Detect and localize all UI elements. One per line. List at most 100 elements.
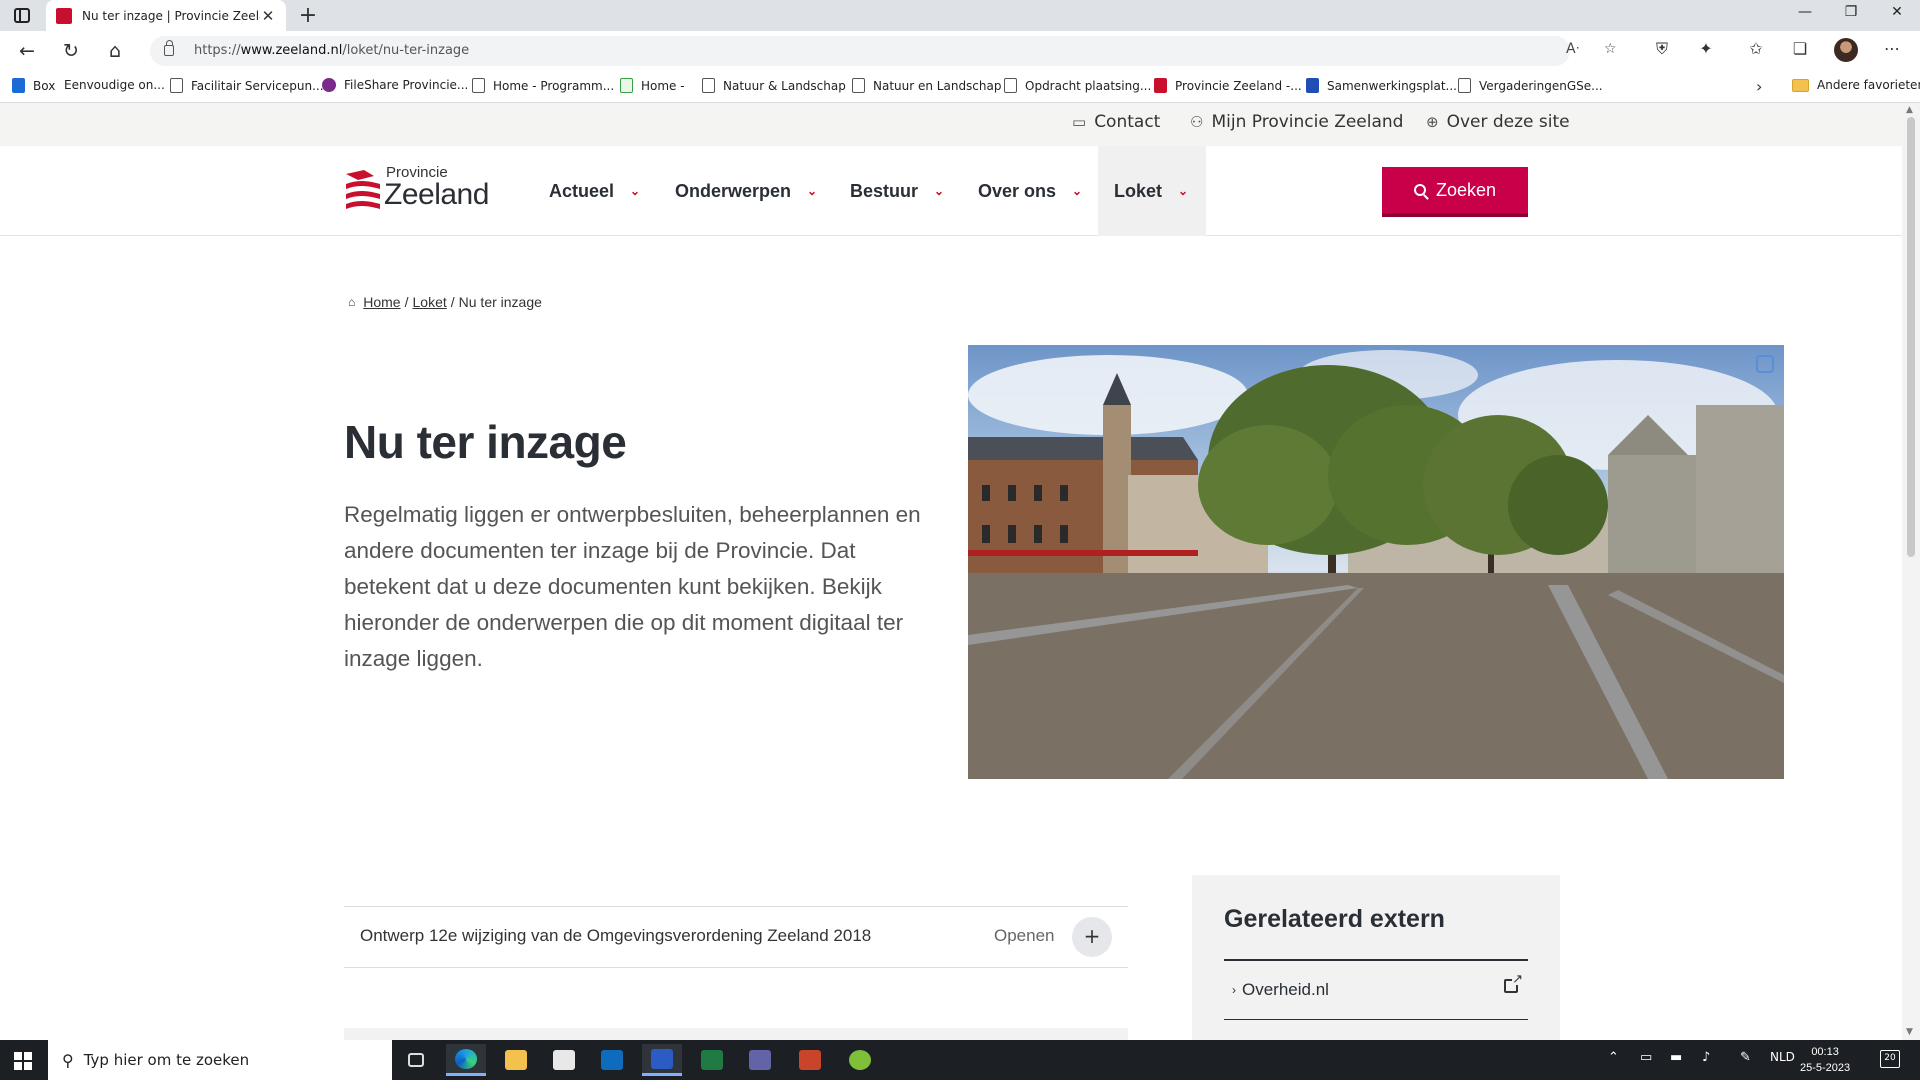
file-explorer-icon[interactable]: [496, 1044, 536, 1076]
search-icon: [1413, 184, 1426, 196]
menu-over-ons[interactable]: Over ons ⌄: [962, 146, 1098, 236]
restore-icon[interactable]: ❐: [1836, 4, 1866, 20]
menu-bestuur[interactable]: Bestuur ⌄: [834, 146, 960, 236]
taskbar-clock[interactable]: 00:13 25-5-2023: [1800, 1044, 1850, 1076]
network-icon[interactable]: ▭: [1640, 1050, 1652, 1065]
qgis-icon[interactable]: [840, 1044, 880, 1076]
extensions-icon[interactable]: ✦: [1694, 39, 1718, 58]
mijn-provincie-link[interactable]: ⚇ Mijn Provincie Zeeland: [1190, 112, 1403, 132]
bookmark-box[interactable]: Box: [12, 78, 55, 93]
bookmark-fileshare[interactable]: FileShare Provincie...: [322, 78, 468, 92]
word-icon[interactable]: [642, 1044, 682, 1076]
new-tab-icon[interactable]: +: [296, 3, 320, 28]
page-icon: [852, 78, 865, 93]
bookmark-natuur-en-landschap[interactable]: Natuur en Landschap: [852, 78, 1001, 93]
scroll-thumb[interactable]: [1907, 117, 1915, 557]
bookmark-facilitair[interactable]: Facilitair Servicepun...: [170, 78, 324, 93]
main-navigation: Provincie Zeeland Actueel ⌄ Onderwerpen ⌄ …: [0, 146, 1902, 236]
windows-start-icon[interactable]: [14, 1052, 32, 1070]
logo-text-big: Zeeland: [384, 178, 489, 211]
samenwerking-icon: [1306, 78, 1319, 93]
breadcrumb-loket[interactable]: Loket: [413, 294, 447, 310]
language-indicator[interactable]: NLD: [1770, 1050, 1795, 1064]
profile-avatar[interactable]: [1834, 38, 1858, 62]
teams-icon[interactable]: [740, 1044, 780, 1076]
divider: [1224, 1019, 1528, 1020]
excel-icon[interactable]: [692, 1044, 732, 1076]
overheid-link[interactable]: › Overheid.nl: [1224, 969, 1528, 1011]
task-view-icon[interactable]: [396, 1044, 436, 1076]
tray-expand-icon[interactable]: ⌃: [1608, 1050, 1619, 1065]
menu-actueel[interactable]: Actueel ⌄: [533, 146, 656, 236]
home-icon[interactable]: ⌂: [102, 39, 128, 65]
chevron-down-icon: ⌄: [1072, 184, 1083, 198]
breadcrumb: ⌂ Home / Loket / Nu ter inzage: [348, 294, 542, 310]
read-aloud-icon[interactable]: Aᐧ: [1566, 41, 1579, 57]
address-bar[interactable]: https://www.zeeland.nl/loket/nu-ter-inza…: [150, 36, 1617, 66]
chevron-right-icon: ›: [1232, 983, 1236, 997]
menu-loket[interactable]: Loket ⌄: [1098, 146, 1206, 236]
page-icon: [1004, 78, 1017, 93]
bookmark-home-programm[interactable]: Home - Programm...: [472, 78, 614, 93]
accordion-item[interactable]: Ontwerp 12e wijziging van de Omgevingsve…: [344, 906, 1128, 968]
search-button[interactable]: Zoeken: [1382, 167, 1528, 217]
volume-icon[interactable]: ♪: [1702, 1050, 1710, 1065]
bookmark-vergaderingen[interactable]: VergaderingenGSe...: [1458, 78, 1603, 93]
pen-icon[interactable]: ✎: [1740, 1050, 1751, 1065]
image-zoom-icon[interactable]: [1756, 355, 1774, 373]
favorites-icon[interactable]: ✩: [1744, 39, 1768, 58]
back-arrow-icon[interactable]: ←: [14, 39, 40, 65]
edge-icon[interactable]: [446, 1044, 486, 1076]
page-icon: [170, 78, 183, 93]
store-icon[interactable]: [544, 1044, 584, 1076]
intro-text: Regelmatig liggen er ontwerpbesluiten, b…: [344, 502, 921, 671]
scroll-up-icon[interactable]: ▲: [1906, 105, 1913, 115]
bookmarks-bar: Box Eenvoudige on... Facilitair Servicep…: [0, 71, 1920, 103]
accordion-item-next[interactable]: [344, 1028, 1128, 1040]
bookmark-provincie-zeeland[interactable]: Provincie Zeeland -...: [1154, 78, 1302, 93]
lock-icon[interactable]: [164, 40, 174, 56]
window-close-icon[interactable]: ✕: [1882, 4, 1912, 20]
browser-toolbar: ← ↻ ⌂ https://www.zeeland.nl/loket/nu-te…: [0, 31, 1920, 71]
tab-close-icon[interactable]: ✕: [260, 7, 276, 25]
outlook-icon[interactable]: [592, 1044, 632, 1076]
page-scrollbar[interactable]: ▲ ▼: [1902, 103, 1920, 1040]
breadcrumb-home[interactable]: Home: [363, 294, 400, 310]
over-site-link[interactable]: ⊕ Over deze site: [1426, 112, 1570, 132]
more-menu-icon[interactable]: ⋯: [1880, 39, 1904, 58]
contact-link[interactable]: ▭ Contact: [1072, 112, 1160, 132]
powerpoint-icon[interactable]: [790, 1044, 830, 1076]
bookmark-other-favorites[interactable]: Andere favorieten: [1792, 78, 1920, 92]
bookmark-home[interactable]: Home -: [620, 78, 685, 93]
chevron-right-icon[interactable]: ›: [1756, 77, 1762, 96]
scroll-down-icon[interactable]: ▼: [1906, 1027, 1913, 1037]
related-external-panel: Gerelateerd extern › Overheid.nl: [1192, 875, 1560, 1040]
battery-icon[interactable]: ▬: [1670, 1050, 1682, 1065]
bookmark-opdracht[interactable]: Opdracht plaatsing...: [1004, 78, 1151, 93]
notification-center-icon[interactable]: 20: [1880, 1050, 1900, 1068]
taskbar-search-input[interactable]: ⚲ Typ hier om te zoeken: [48, 1040, 392, 1080]
browser-tab-active[interactable]: Nu ter inzage | Provincie Zeeland ✕: [46, 0, 286, 31]
plus-icon[interactable]: +: [1072, 917, 1112, 957]
url-text: https://www.zeeland.nl/loket/nu-ter-inza…: [194, 43, 470, 58]
chevron-down-icon: ⌄: [1178, 184, 1189, 198]
collections-icon[interactable]: ❏: [1788, 39, 1812, 58]
bookmark-samenwerking[interactable]: Samenwerkingsplat...: [1306, 78, 1457, 93]
browser-tab-bar: Nu ter inzage | Provincie Zeeland ✕ + — …: [0, 0, 1920, 31]
reload-icon[interactable]: ↻: [58, 39, 84, 65]
add-favorite-icon[interactable]: ☆: [1604, 41, 1617, 57]
tab-actions-icon[interactable]: [14, 8, 30, 23]
fileshare-icon: [322, 78, 336, 92]
page-title: Nu ter inzage: [344, 416, 627, 468]
abbey-square-photo: [968, 350, 1784, 779]
bookmark-natuur-landschap[interactable]: Natuur & Landschap: [702, 78, 846, 93]
minimize-icon[interactable]: —: [1790, 4, 1820, 20]
related-title: Gerelateerd extern: [1224, 905, 1445, 933]
menu-onderwerpen[interactable]: Onderwerpen ⌄: [659, 146, 833, 236]
accordion-open-label: Openen: [994, 926, 1055, 945]
utility-nav: ▭ Contact ⚇ Mijn Provincie Zeeland ⊕ Over d…: [0, 103, 1902, 146]
bookmark-eenvoudige[interactable]: Eenvoudige on...: [64, 78, 165, 92]
tab-title: Nu ter inzage | Provincie Zeeland: [82, 8, 260, 23]
site-logo[interactable]: Provincie Zeeland: [344, 164, 504, 214]
tracking-shield-icon[interactable]: ⛨: [1650, 39, 1674, 59]
